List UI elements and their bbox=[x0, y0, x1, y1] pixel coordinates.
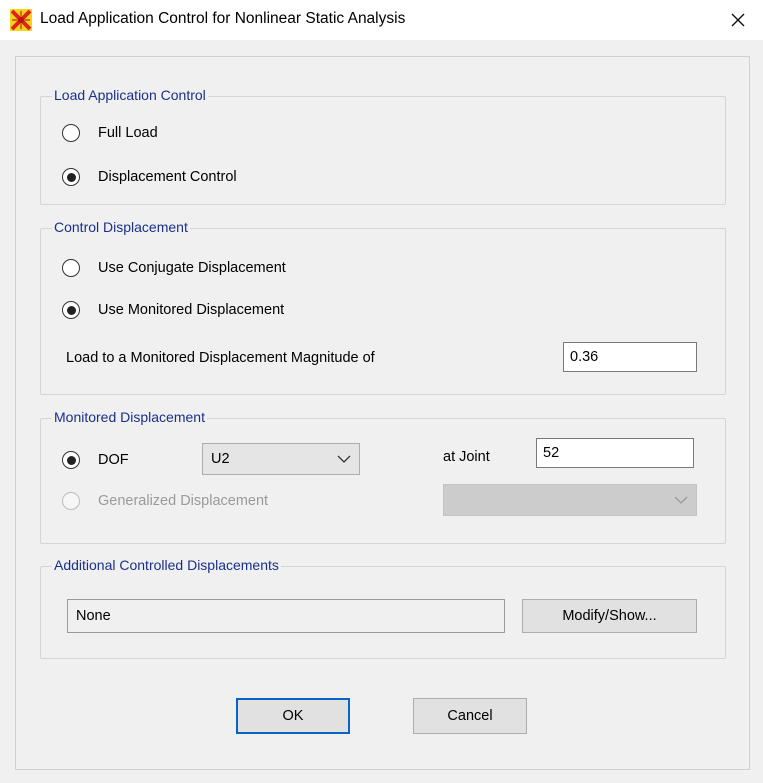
modify-show-button[interactable]: Modify/Show... bbox=[522, 599, 697, 633]
radio-selected-dot bbox=[66, 455, 76, 465]
monitored-displacement-group bbox=[40, 418, 726, 544]
magnitude-input[interactable]: 0.36 bbox=[563, 342, 697, 372]
displacement-control-label[interactable]: Displacement Control bbox=[98, 169, 237, 185]
title-bar: Load Application Control for Nonlinear S… bbox=[0, 0, 763, 40]
monitored-displacement-title: Monitored Displacement bbox=[52, 409, 207, 425]
full-load-label[interactable]: Full Load bbox=[98, 125, 158, 141]
use-monitored-radio[interactable] bbox=[62, 301, 80, 319]
radio-selected-dot bbox=[66, 172, 76, 182]
additional-controlled-title: Additional Controlled Displacements bbox=[52, 557, 281, 573]
dof-radio[interactable] bbox=[62, 451, 80, 469]
full-load-radio[interactable] bbox=[62, 124, 80, 142]
joint-input[interactable]: 52 bbox=[536, 438, 694, 468]
at-joint-label: at Joint bbox=[443, 449, 490, 465]
close-icon bbox=[731, 13, 745, 27]
dof-select[interactable]: U2 bbox=[202, 443, 360, 475]
use-conjugate-radio[interactable] bbox=[62, 259, 80, 277]
magnitude-label: Load to a Monitored Displacement Magnitu… bbox=[66, 350, 375, 366]
cancel-button[interactable]: Cancel bbox=[413, 698, 527, 734]
dof-label[interactable]: DOF bbox=[98, 452, 129, 468]
ok-button[interactable]: OK bbox=[236, 698, 350, 734]
sap2000-icon bbox=[10, 9, 32, 31]
generalized-displacement-radio[interactable] bbox=[62, 492, 80, 510]
window-title: Load Application Control for Nonlinear S… bbox=[40, 10, 406, 27]
use-conjugate-label[interactable]: Use Conjugate Displacement bbox=[98, 260, 286, 276]
control-displacement-title: Control Displacement bbox=[52, 219, 190, 235]
use-monitored-label[interactable]: Use Monitored Displacement bbox=[98, 302, 284, 318]
load-application-control-title: Load Application Control bbox=[52, 87, 208, 103]
chevron-down-icon bbox=[337, 455, 351, 463]
radio-selected-dot bbox=[66, 305, 76, 315]
displacement-control-radio[interactable] bbox=[62, 168, 80, 186]
dof-select-value: U2 bbox=[211, 451, 230, 467]
chevron-down-icon bbox=[674, 496, 688, 504]
generalized-displacement-select[interactable] bbox=[443, 484, 697, 516]
generalized-displacement-label[interactable]: Generalized Displacement bbox=[98, 493, 268, 509]
close-button[interactable] bbox=[718, 4, 758, 36]
additional-controlled-value: None bbox=[67, 599, 505, 633]
load-application-control-group bbox=[40, 96, 726, 205]
